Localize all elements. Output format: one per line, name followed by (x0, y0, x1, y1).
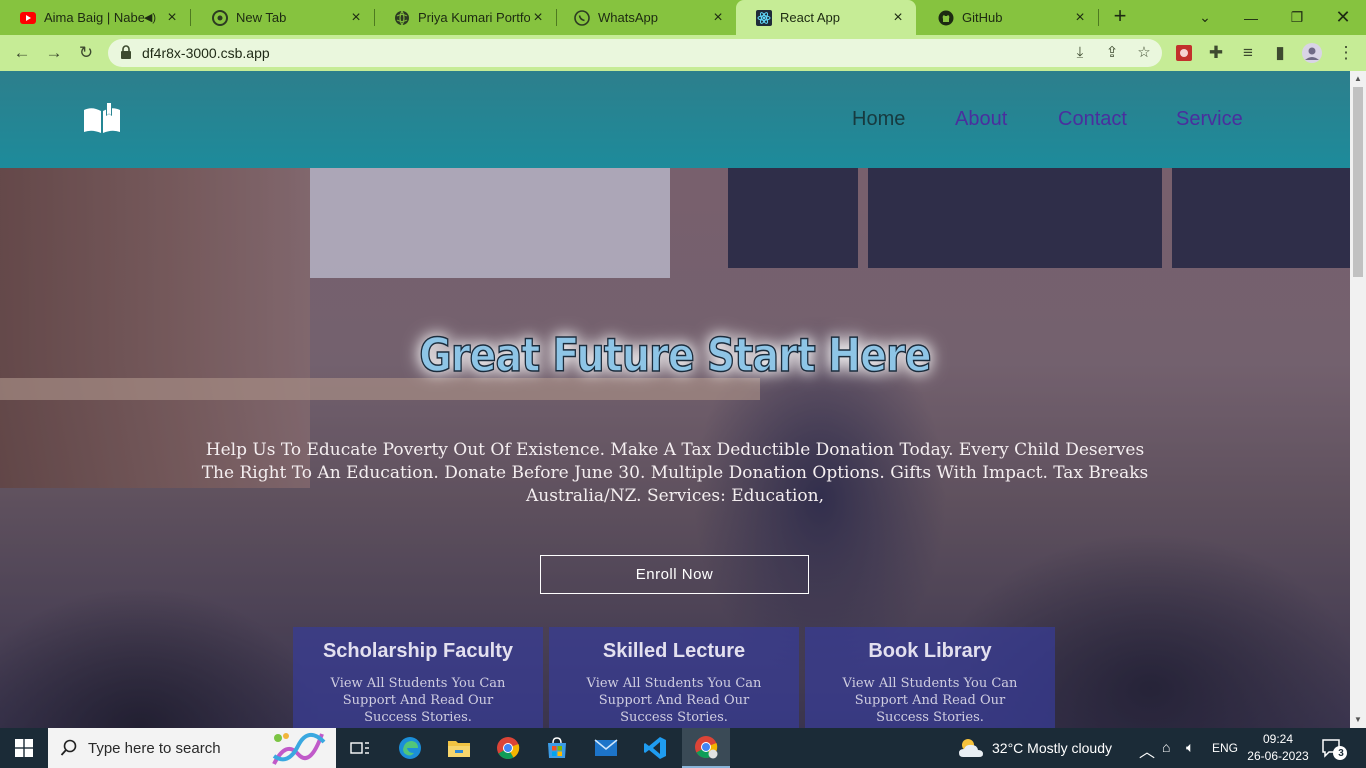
microsoft-store-icon[interactable] (533, 728, 581, 768)
close-icon[interactable]: × (348, 9, 364, 27)
profile-avatar-icon[interactable] (1300, 41, 1324, 65)
notification-count-badge: 3 (1338, 748, 1344, 759)
globe-icon (394, 10, 410, 26)
github-icon (938, 10, 954, 26)
card-text: View All Students You Can Support And Re… (586, 676, 762, 725)
address-bar[interactable]: df4r8x-3000.csb.app ⤓ ⇪ ☆ (108, 39, 1162, 67)
tab-whatsapp[interactable]: WhatsApp × (554, 0, 736, 35)
whatsapp-icon (574, 9, 590, 26)
tab-title: New Tab (236, 10, 287, 25)
extensions-puzzle-icon[interactable]: ✚ (1204, 41, 1228, 65)
back-arrow-icon[interactable]: ← (10, 41, 34, 65)
nav-about-link[interactable]: About (955, 108, 1007, 131)
feature-card-lecture[interactable]: Skilled Lecture View All Students You Ca… (549, 627, 799, 728)
volume-icon[interactable]: 🔈︎ (1186, 739, 1194, 756)
tab-portfolio[interactable]: Priya Kumari Portfolio × (374, 0, 556, 35)
scroll-up-arrow-icon[interactable]: ▲ (1350, 71, 1366, 87)
enroll-now-button[interactable]: Enroll Now (540, 555, 809, 594)
weather-text[interactable]: 32°C Mostly cloudy (992, 740, 1112, 756)
extension-red-icon[interactable] (1172, 41, 1196, 65)
tab-title: WhatsApp (598, 10, 658, 25)
tab-title: React App (780, 10, 840, 25)
install-app-icon[interactable]: ⤓ (1070, 43, 1090, 63)
minimize-button[interactable]: — (1228, 0, 1274, 35)
tab-youtube[interactable]: Aima Baig | Nabeel ◀) × (0, 0, 190, 35)
open-book-logo-icon[interactable] (82, 102, 122, 136)
card-text: View All Students You Can Support And Re… (842, 676, 1018, 725)
youtube-icon (20, 10, 36, 26)
bookmark-star-icon[interactable]: ☆ (1134, 43, 1154, 63)
react-icon (756, 9, 772, 26)
windows-start-icon[interactable] (0, 728, 48, 768)
reload-icon[interactable]: ↻ (74, 41, 98, 65)
tab-title: Priya Kumari Portfolio (418, 10, 530, 25)
new-tab-button[interactable]: + (1109, 5, 1131, 28)
scroll-down-arrow-icon[interactable]: ▼ (1350, 712, 1366, 728)
scrollbar-thumb[interactable] (1353, 87, 1363, 277)
clock-date: 26-06-2023 (1247, 749, 1309, 763)
mail-icon[interactable] (582, 728, 630, 768)
chrome-icon (212, 9, 228, 26)
nav-contact-link[interactable]: Contact (1058, 108, 1127, 131)
tab-separator (1098, 9, 1099, 26)
side-panel-icon[interactable]: ▮ (1268, 41, 1292, 65)
browser-tab-strip: Aima Baig | Nabeel ◀) × New Tab × Priya … (0, 0, 1366, 35)
nav-home-link[interactable]: Home (852, 108, 905, 131)
page-viewport: Home About Contact Service Great Future … (0, 71, 1350, 728)
tab-github[interactable]: GitHub × (918, 0, 1098, 35)
chrome-active-window-icon[interactable] (682, 728, 730, 768)
browser-toolbar: ← → ↻ df4r8x-3000.csb.app ⤓ ⇪ ☆ ✚ ≡ ▮ ⋮ (0, 35, 1366, 71)
nav-service-link[interactable]: Service (1176, 108, 1243, 131)
cloud-sun-icon[interactable] (957, 737, 987, 759)
card-text: View All Students You Can Support And Re… (330, 676, 506, 725)
speaker-icon[interactable]: ◀) (144, 11, 156, 24)
taskbar-search-box[interactable]: Type here to search (48, 728, 336, 768)
clock-time: 09:24 (1262, 732, 1294, 746)
tab-search-chevron-icon[interactable]: ⌄ (1182, 0, 1228, 35)
system-clock[interactable]: 09:24 26-06-2023 (1247, 731, 1309, 765)
edge-browser-icon[interactable] (386, 728, 434, 768)
network-icon[interactable]: ⌂ (1162, 739, 1170, 755)
hero-description: Help Us To Educate Poverty Out Of Existe… (201, 440, 1149, 506)
feature-card-library[interactable]: Book Library View All Students You Can S… (805, 627, 1055, 728)
search-placeholder[interactable]: Type here to search (88, 740, 221, 757)
url-text[interactable]: df4r8x-3000.csb.app (142, 45, 270, 61)
vscode-icon[interactable] (631, 728, 679, 768)
hero-section: Great Future Start Here Help Us To Educa… (0, 168, 1350, 728)
hero-title: Great Future Start Here (419, 327, 933, 383)
restore-button[interactable]: ❐ (1274, 0, 1320, 35)
tab-title: Aima Baig | Nabeel (44, 10, 144, 25)
windows-taskbar: Type here to search 32°C Mostly cloudy ︿… (0, 728, 1366, 768)
page-scrollbar[interactable]: ▲ ▼ (1350, 71, 1366, 728)
close-window-button[interactable]: ✕ (1320, 0, 1366, 35)
tray-expand-chevron-icon[interactable]: ︿ (1139, 738, 1155, 762)
card-title: Scholarship Faculty (322, 640, 514, 662)
search-icon (60, 739, 78, 757)
lock-icon[interactable] (120, 45, 134, 61)
tab-react-app[interactable]: React App × (736, 0, 916, 35)
tab-title: GitHub (962, 10, 1003, 25)
close-icon[interactable]: × (710, 9, 726, 27)
share-icon[interactable]: ⇪ (1102, 43, 1122, 63)
card-title: Book Library (868, 640, 992, 662)
forward-arrow-icon[interactable]: → (42, 41, 66, 65)
close-icon[interactable]: × (1072, 9, 1088, 27)
close-icon[interactable]: × (890, 9, 906, 27)
media-queue-icon[interactable]: ≡ (1236, 41, 1260, 65)
task-view-icon[interactable] (336, 728, 384, 768)
file-explorer-icon[interactable] (435, 728, 483, 768)
language-indicator[interactable]: ENG (1212, 741, 1238, 755)
menu-kebab-icon[interactable]: ⋮ (1334, 41, 1358, 65)
search-highlight-dna-icon[interactable] (266, 730, 328, 766)
card-title: Skilled Lecture (602, 640, 746, 662)
tab-separator (190, 9, 191, 26)
site-navbar: Home About Contact Service (0, 71, 1350, 168)
close-icon[interactable]: × (530, 9, 546, 27)
feature-card-scholarship[interactable]: Scholarship Faculty View All Students Yo… (293, 627, 543, 728)
close-icon[interactable]: × (164, 9, 180, 27)
tab-new-tab[interactable]: New Tab × (192, 0, 374, 35)
chrome-taskbar-icon[interactable] (484, 728, 532, 768)
